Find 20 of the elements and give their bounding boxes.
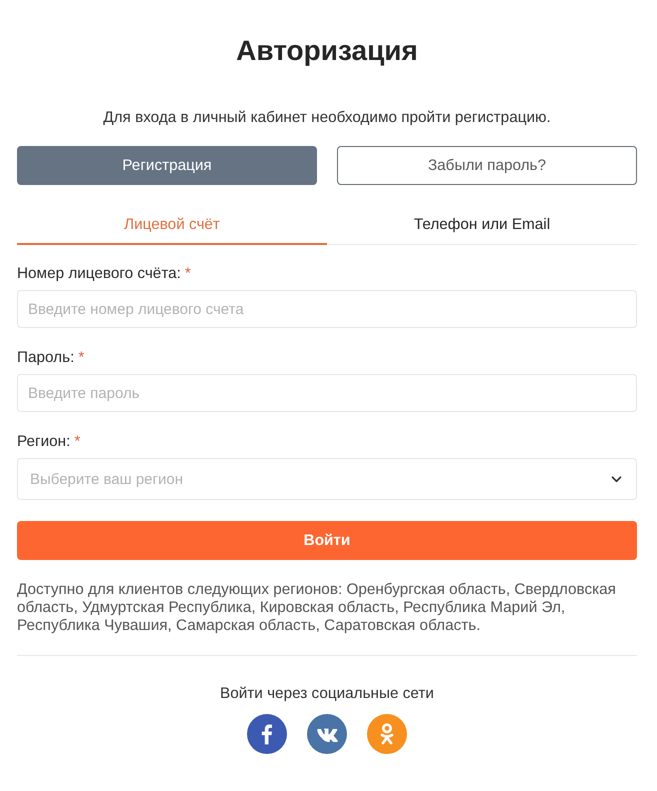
forgot-password-button[interactable]: Забыли пароль? — [337, 146, 637, 185]
required-mark: * — [74, 432, 80, 452]
social-heading: Войти через социальные сети — [220, 684, 434, 704]
field-label: Регион: — [17, 432, 70, 452]
regions-note: Доступно для клиентов следующих регионов: Оренбургская область, Свердловская область, Удмуртская Республика, Кировская область, Республика Марий Эл, Республика Чувашия, Самарская область, Саратовская область. — [17, 581, 617, 635]
register-button[interactable]: Регистрация — [17, 146, 317, 185]
page-title: Авторизация — [236, 34, 418, 68]
subtitle-text: Для входа в личный кабинет необходимо пройти регистрацию. — [103, 108, 551, 128]
facebook-f-icon[interactable] — [247, 714, 287, 754]
field-label: Номер лицевого счёта: — [17, 264, 181, 284]
required-mark: * — [184, 264, 191, 284]
chevron-down-icon — [611, 476, 622, 482]
login-button[interactable]: Войти — [17, 521, 637, 560]
tab[interactable]: Телефон или Email — [327, 201, 637, 245]
password-field[interactable]: Введите пароль — [17, 374, 637, 412]
field-label: Пароль: — [17, 348, 74, 368]
vk-logo-icon[interactable] — [307, 714, 347, 754]
required-mark: * — [78, 348, 84, 368]
tab[interactable]: Лицевой счёт — [17, 201, 327, 245]
input-field[interactable]: Введите номер лицевого счета — [17, 290, 637, 328]
